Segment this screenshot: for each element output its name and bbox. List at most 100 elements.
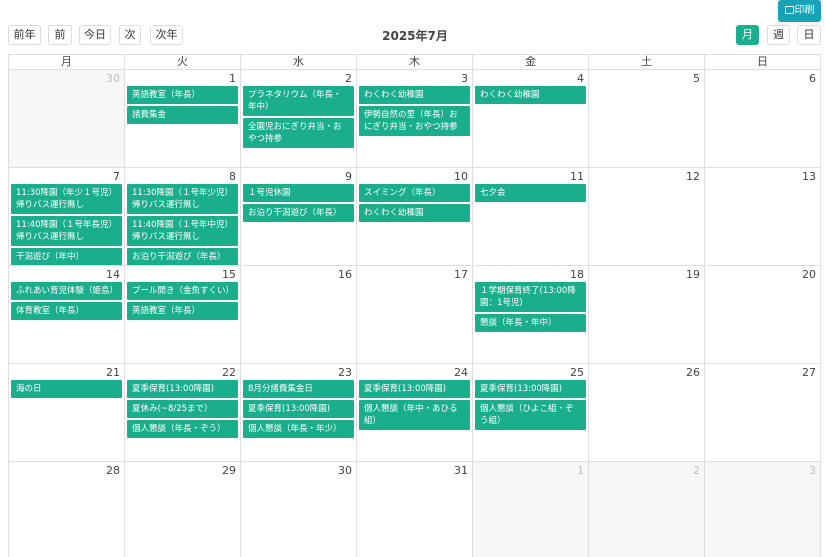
day-cell[interactable]: 29 (125, 462, 241, 557)
calendar-event[interactable]: 個人懇談（年長・ぞう） (127, 420, 238, 438)
event-list: プール開き（金魚すくい） 英語教室（年長） (127, 282, 238, 320)
calendar-event[interactable]: 懇談（年長・年中） (475, 314, 586, 332)
calendar-event[interactable]: わくわく幼稚園 (359, 86, 470, 104)
view-week-button[interactable]: 週 (767, 25, 790, 45)
calendar-event[interactable]: プラネタリウム（年長・年中） (243, 86, 354, 116)
day-cell[interactable]: 4 わくわく幼稚園 (473, 70, 589, 167)
day-cell[interactable]: 28 (9, 462, 125, 557)
day-cell[interactable]: 14 ふれあい育児体験（姫島） 体育教室（年長） (9, 266, 125, 363)
calendar-event[interactable]: 夏季保育(13:00降園) (127, 380, 238, 398)
day-number: 19 (686, 268, 700, 281)
calendar-event[interactable]: わくわく幼稚園 (475, 86, 586, 104)
calendar-event[interactable]: １学期保育終了(13:00降園：1号児) (475, 282, 586, 312)
calendar-event[interactable]: 11:40降園（１号年長児）帰りバス運行無し (11, 216, 122, 246)
calendar-event[interactable]: 七夕会 (475, 184, 586, 202)
day-cell[interactable]: 1 英語教室（年長） 諸費集金 (125, 70, 241, 167)
calendar-event[interactable]: ふれあい育児体験（姫島） (11, 282, 122, 300)
calendar-event[interactable]: 個人懇談（年長・年少） (243, 420, 354, 438)
calendar-event[interactable]: プール開き（金魚すくい） (127, 282, 238, 300)
day-number: 25 (570, 366, 584, 379)
day-cell[interactable]: 11 七夕会 (473, 168, 589, 265)
prev-year-button[interactable]: 前年 (8, 25, 41, 45)
day-cell[interactable]: 30 (9, 70, 125, 167)
calendar-event[interactable]: お泊り干潟遊び（年長） (127, 248, 238, 265)
prev-button[interactable]: 前 (48, 25, 72, 45)
day-cell[interactable]: 21 海の日 (9, 364, 125, 461)
calendar-event[interactable]: 英語教室（年長） (127, 302, 238, 320)
next-button[interactable]: 次 (119, 25, 141, 45)
event-list: 8月分諸費集金日 夏季保育(13:00降園) 個人懇談（年長・年少） (243, 380, 354, 438)
event-list: 七夕会 (475, 184, 586, 202)
day-cell[interactable]: 30 (241, 462, 357, 557)
calendar-event[interactable]: 夏休み(~8/25まで） (127, 400, 238, 418)
event-list: わくわく幼稚園 (475, 86, 586, 104)
view-day-button[interactable]: 日 (797, 25, 821, 45)
day-cell[interactable]: 26 (589, 364, 705, 461)
day-cell[interactable]: 22 夏季保育(13:00降園) 夏休み(~8/25まで） 個人懇談（年長・ぞう） (125, 364, 241, 461)
calendar-event[interactable]: スイミング（年長） (359, 184, 470, 202)
day-cell[interactable]: 10 スイミング（年長） わくわく幼稚園 (357, 168, 473, 265)
day-number: 21 (106, 366, 120, 379)
day-cell[interactable]: 3 わくわく幼稚園伊勢自然の里（年長）おにぎり弁当・おやつ持参 (357, 70, 473, 167)
day-cell[interactable]: 5 (589, 70, 705, 167)
day-cell[interactable]: 25 夏季保育(13:00降園) 個人懇談（ひよこ組・ぞう組） (473, 364, 589, 461)
calendar-event[interactable]: 個人懇談（ひよこ組・ぞう組） (475, 400, 586, 430)
calendar-event[interactable]: 干潟遊び（年中） (11, 248, 122, 265)
calendar-event[interactable]: 全園児おにぎり弁当・おやつ持参 (243, 118, 354, 148)
day-cell[interactable]: 31 (357, 462, 473, 557)
calendar-event[interactable]: 11:40降園（１号年中児）帰りバス運行無し (127, 216, 238, 246)
day-cell[interactable]: 18 １学期保育終了(13:00降園：1号児) 懇談（年長・年中） (473, 266, 589, 363)
calendar-event[interactable]: １号児休園 (243, 184, 354, 202)
day-cell[interactable]: 20 (705, 266, 820, 363)
today-button[interactable]: 今日 (79, 25, 111, 45)
calendar-event[interactable]: わくわく幼稚園 (359, 204, 470, 222)
calendar-event[interactable]: 夏季保育(13:00降園) (475, 380, 586, 398)
calendar-event[interactable]: 8月分諸費集金日 (243, 380, 354, 398)
calendar-event[interactable]: 11:30降園（年少１号児）帰りバス運行無し (11, 184, 122, 214)
next-year-button[interactable]: 次年 (150, 25, 183, 45)
day-number: 13 (802, 170, 816, 183)
day-cell[interactable]: 23 8月分諸費集金日 夏季保育(13:00降園) 個人懇談（年長・年少） (241, 364, 357, 461)
day-cell[interactable]: 8 11:30降園（１号年少児）帰りバス運行無し 11:40降園（１号年中児）帰りバ… (125, 168, 241, 265)
day-cell[interactable]: 19 (589, 266, 705, 363)
calendar-event[interactable]: 伊勢自然の里（年長）おにぎり弁当・おやつ持参 (359, 106, 470, 136)
day-cell[interactable]: 15 プール開き（金魚すくい） 英語教室（年長） (125, 266, 241, 363)
view-month-button[interactable]: 月 (736, 25, 759, 45)
calendar-toolbar: 前年 前 今日 次 次年 2025年7月 月 週 日 (0, 25, 825, 47)
day-cell[interactable]: 9 １号児休園 お泊り干潟遊び（年長） (241, 168, 357, 265)
week-row: 21 海の日 22 夏季保育(13:00降園) 夏休み(~8/25まで） 個人懇談（年長・… (9, 364, 820, 462)
calendar-event[interactable]: 夏季保育(13:00降園) (243, 400, 354, 418)
calendar-event[interactable]: 11:30降園（１号年少児）帰りバス運行無し (127, 184, 238, 214)
weekday-sun: 日 (757, 55, 768, 68)
day-cell[interactable]: 27 (705, 364, 820, 461)
day-cell[interactable]: 6 (705, 70, 820, 167)
day-cell[interactable]: 2 (589, 462, 705, 557)
day-cell[interactable]: 7 11:30降園（年少１号児）帰りバス運行無し 11:40降園（１号年長児）帰りバ… (9, 168, 125, 265)
event-list: ふれあい育児体験（姫島） 体育教室（年長） (11, 282, 122, 320)
event-list: わくわく幼稚園伊勢自然の里（年長）おにぎり弁当・おやつ持参 (359, 86, 470, 136)
day-number: 1 (229, 72, 236, 85)
calendar-event[interactable]: 英語教室（年長） (127, 86, 238, 104)
weekday-wed: 水 (241, 55, 357, 69)
day-number: 3 (461, 72, 468, 85)
calendar-event[interactable]: 諸費集金 (127, 106, 238, 124)
weekday-header: 月 火 水 木 金 土 日 (9, 55, 820, 70)
day-cell[interactable]: 2 プラネタリウム（年長・年中） 全園児おにぎり弁当・おやつ持参 (241, 70, 357, 167)
day-cell[interactable]: 12 (589, 168, 705, 265)
calendar-event[interactable]: 海の日 (11, 380, 122, 398)
day-number: 3 (809, 464, 816, 477)
day-cell[interactable]: 24 夏季保育(13:00降園) 個人懇談（年中・あひる組） (357, 364, 473, 461)
day-cell[interactable]: 3 (705, 462, 820, 557)
day-cell[interactable]: 16 (241, 266, 357, 363)
day-cell[interactable]: 17 (357, 266, 473, 363)
calendar-event[interactable]: 体育教室（年長） (11, 302, 122, 320)
calendar-event[interactable]: 個人懇談（年中・あひる組） (359, 400, 470, 430)
calendar-title: 2025年7月 (382, 29, 448, 43)
day-cell[interactable]: 1 (473, 462, 589, 557)
day-number: 28 (106, 464, 120, 477)
print-button[interactable]: 印刷 (778, 0, 821, 22)
day-number: 17 (454, 268, 468, 281)
calendar-event[interactable]: 夏季保育(13:00降園) (359, 380, 470, 398)
calendar-event[interactable]: お泊り干潟遊び（年長） (243, 204, 354, 222)
day-cell[interactable]: 13 (705, 168, 820, 265)
